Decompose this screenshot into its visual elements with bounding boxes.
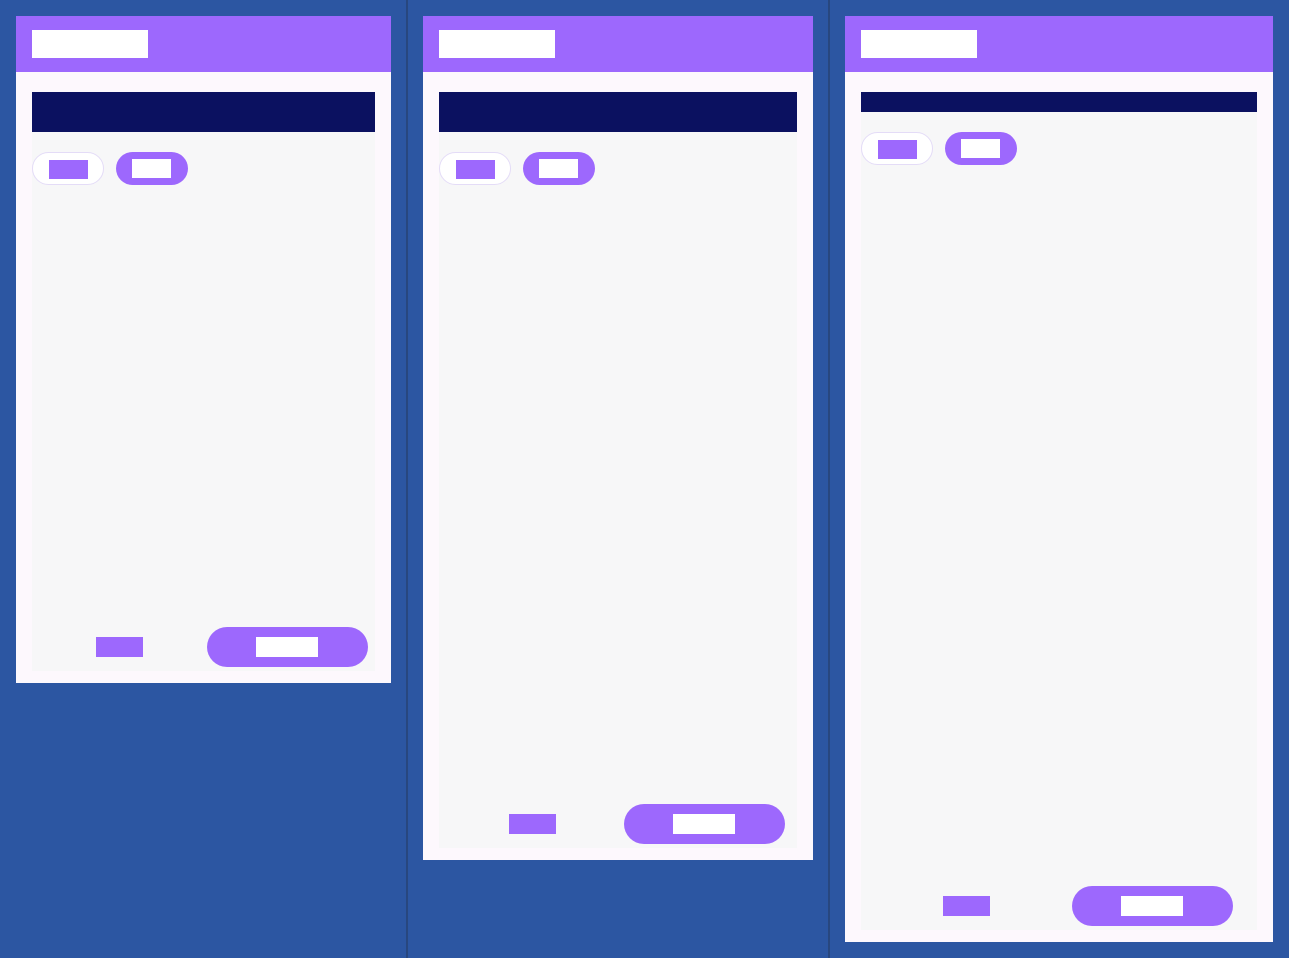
app-bar-title bbox=[861, 30, 977, 58]
primary-action-label bbox=[1121, 896, 1183, 916]
content-area bbox=[439, 92, 797, 848]
screen-3 bbox=[845, 16, 1273, 942]
chip-label bbox=[878, 140, 917, 159]
secondary-text-button[interactable] bbox=[509, 814, 556, 834]
chip-label bbox=[132, 159, 171, 178]
app-bar bbox=[16, 16, 391, 72]
chip-selected[interactable] bbox=[116, 152, 188, 185]
chip-label bbox=[539, 159, 578, 178]
primary-action-button[interactable] bbox=[624, 804, 785, 844]
headline bbox=[32, 92, 375, 132]
primary-action-label bbox=[256, 637, 318, 657]
chip-label bbox=[49, 160, 88, 179]
screen-2 bbox=[423, 16, 813, 860]
pane-divider-1 bbox=[406, 0, 408, 958]
app-bar bbox=[845, 16, 1273, 72]
chip-unselected[interactable] bbox=[32, 152, 104, 185]
chip-unselected[interactable] bbox=[439, 152, 511, 185]
chip-label bbox=[961, 139, 1000, 158]
secondary-text-button[interactable] bbox=[96, 637, 143, 657]
pane-divider-2 bbox=[828, 0, 830, 958]
app-bar bbox=[423, 16, 813, 72]
primary-action-button[interactable] bbox=[207, 627, 368, 667]
screen-1 bbox=[16, 16, 391, 683]
chip-label bbox=[456, 160, 495, 179]
chip-unselected[interactable] bbox=[861, 132, 933, 165]
chip-selected[interactable] bbox=[523, 152, 595, 185]
secondary-text-button[interactable] bbox=[943, 896, 990, 916]
primary-action-label bbox=[673, 814, 735, 834]
primary-action-button[interactable] bbox=[1072, 886, 1233, 926]
headline bbox=[861, 92, 1257, 112]
content-area bbox=[861, 92, 1257, 930]
headline bbox=[439, 92, 797, 132]
app-bar-title bbox=[32, 30, 148, 58]
chip-selected[interactable] bbox=[945, 132, 1017, 165]
content-area bbox=[32, 92, 375, 671]
app-bar-title bbox=[439, 30, 555, 58]
